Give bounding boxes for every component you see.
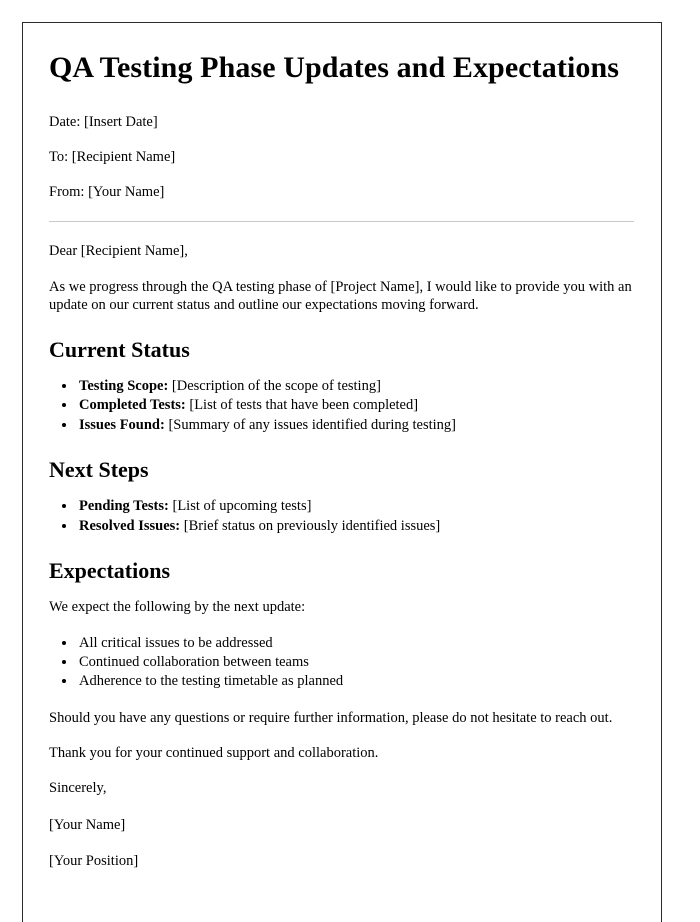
expectations-list: All critical issues to be addressed Cont… — [49, 634, 634, 692]
list-item-text: [Description of the scope of testing] — [168, 378, 381, 395]
list-item: Completed Tests: [List of tests that hav… — [77, 396, 634, 415]
list-item-lead: Pending Tests: — [79, 498, 169, 515]
next-steps-list: Pending Tests: [List of upcoming tests] … — [49, 497, 634, 536]
list-item-text: All critical issues to be addressed — [79, 634, 273, 651]
section-heading-expectations: Expectations — [49, 557, 170, 583]
section-heading-next-steps: Next Steps — [49, 456, 149, 482]
header-divider — [49, 221, 634, 223]
intro-paragraph: As we progress through the QA testing ph… — [49, 278, 632, 314]
list-item: Adherence to the testing timetable as pl… — [77, 672, 634, 691]
list-item-text: Continued collaboration between teams — [79, 653, 309, 670]
signature-position: [Your Position] — [49, 853, 139, 870]
document-page: QA Testing Phase Updates and Expectation… — [22, 22, 662, 922]
signature-name: [Your Name] — [49, 816, 126, 833]
list-item-lead: Resolved Issues: — [79, 517, 181, 534]
meta-recipient: To: [Recipient Name] — [49, 149, 176, 166]
list-item: Pending Tests: [List of upcoming tests] — [77, 497, 634, 516]
signoff: Sincerely, — [49, 780, 107, 797]
list-item-text: [Brief status on previously identified i… — [180, 517, 441, 534]
page-title: QA Testing Phase Updates and Expectation… — [49, 51, 620, 84]
closing-paragraph: Should you have any questions or require… — [49, 709, 613, 726]
list-item-text: [Summary of any issues identified during… — [164, 416, 456, 433]
list-item-lead: Issues Found: — [79, 416, 165, 433]
expectations-intro: We expect the following by the next upda… — [49, 599, 306, 616]
list-item: Testing Scope: [Description of the scope… — [77, 377, 634, 396]
list-item: Issues Found: [Summary of any issues ide… — [77, 416, 634, 435]
list-item-text: [List of tests that have been completed] — [185, 397, 419, 414]
meta-date: Date: [Insert Date] — [49, 114, 158, 131]
list-item-lead: Completed Tests: — [79, 397, 186, 414]
thanks-paragraph: Thank you for your continued support and… — [49, 744, 379, 761]
list-item-text: [List of upcoming tests] — [168, 498, 312, 515]
section-heading-current-status: Current Status — [49, 336, 190, 362]
meta-sender: From: [Your Name] — [49, 184, 165, 201]
list-item: Resolved Issues: [Brief status on previo… — [77, 517, 634, 536]
list-item: All critical issues to be addressed — [77, 634, 634, 653]
list-item-lead: Testing Scope: — [79, 378, 169, 395]
current-status-list: Testing Scope: [Description of the scope… — [49, 377, 634, 435]
list-item: Continued collaboration between teams — [77, 653, 634, 672]
list-item-text: Adherence to the testing timetable as pl… — [79, 673, 344, 690]
salutation: Dear [Recipient Name], — [49, 243, 188, 260]
